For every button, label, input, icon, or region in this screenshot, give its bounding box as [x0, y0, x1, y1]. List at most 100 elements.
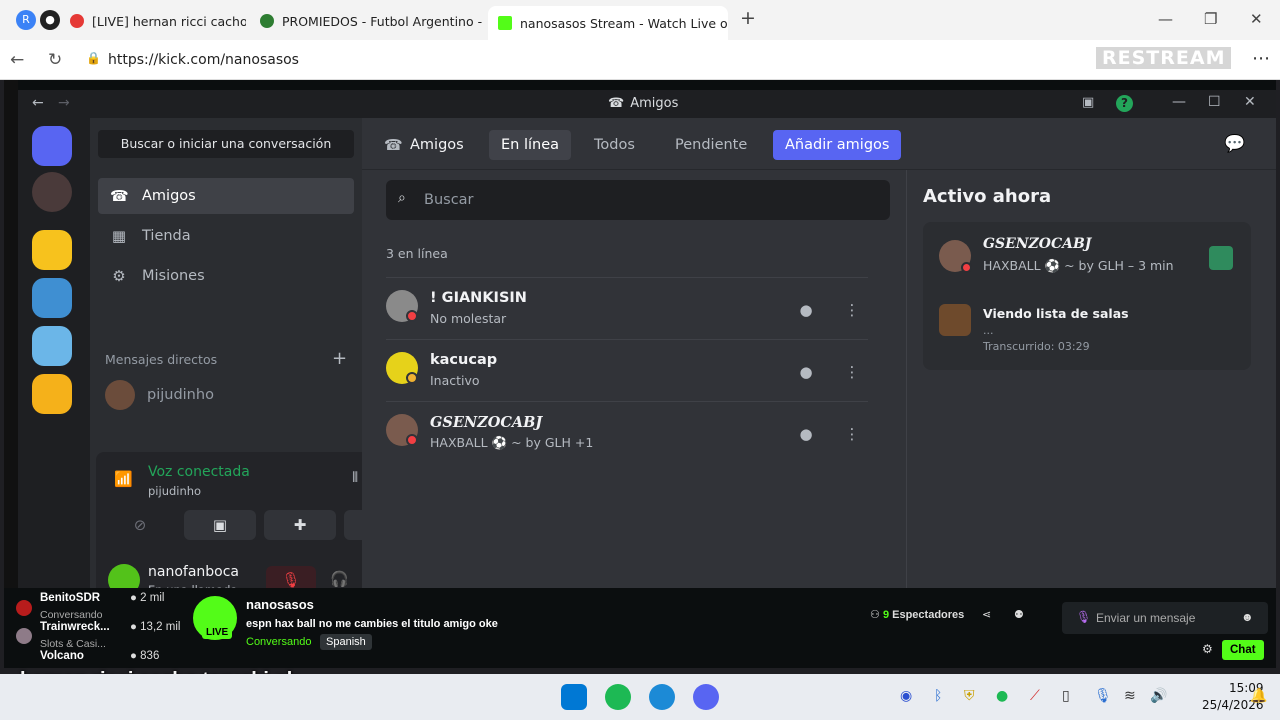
site-info-icon[interactable]: 🔒: [86, 51, 101, 65]
voice-channel-name[interactable]: pijudinho: [148, 484, 201, 498]
add-friends-button[interactable]: Añadir amigos: [773, 130, 902, 160]
more-options-icon[interactable]: ⋮: [838, 358, 866, 386]
friends-main: ☎ Amigos En línea Todos Pendiente Añadir…: [362, 118, 1276, 588]
server-icon[interactable]: [32, 172, 72, 212]
dm-sidebar: Buscar o iniciar una conversación ☎ Amig…: [90, 118, 426, 610]
camera-off-button[interactable]: ⊘: [104, 510, 176, 540]
noise-suppression-icon[interactable]: ⦀: [352, 470, 358, 486]
tab-all[interactable]: Todos: [582, 130, 647, 160]
battery-icon[interactable]: ▯: [1062, 688, 1070, 704]
help-icon[interactable]: ?: [1116, 95, 1133, 112]
record-icon[interactable]: ●: [40, 10, 60, 30]
stream-title: espn hax ball no me cambies el titulo am…: [246, 618, 498, 630]
message-icon[interactable]: ●: [792, 358, 820, 386]
windows-start-icon[interactable]: [561, 684, 587, 710]
more-menu-icon[interactable]: ⋯: [1252, 48, 1270, 69]
tab-kick-nanosasos[interactable]: nanosasos Stream - Watch Live on ✕: [488, 6, 728, 40]
tray-app-icon[interactable]: ⟋: [1030, 688, 1040, 704]
sidebar-item-quests[interactable]: ⚙ Misiones: [98, 258, 354, 294]
voice-connected-label[interactable]: Voz conectada: [148, 464, 250, 480]
minimize-icon[interactable]: —: [1158, 10, 1173, 28]
dnd-status-icon: [961, 262, 972, 273]
headphones-icon[interactable]: 🎧: [330, 570, 349, 588]
mic-tray-icon[interactable]: 🎙: [1094, 688, 1112, 704]
emoji-icon[interactable]: ☻: [1241, 610, 1254, 624]
restore-icon[interactable]: ❐: [1204, 10, 1217, 28]
url-input[interactable]: https://kick.com/nanosasos: [76, 46, 1240, 74]
notifications-icon[interactable]: 🔔: [1250, 688, 1267, 704]
new-group-dm-icon[interactable]: 💬: [1224, 134, 1245, 154]
discord-home-icon[interactable]: [32, 126, 72, 166]
share-icon[interactable]: ⋖: [982, 608, 991, 621]
sidebar-item-shop[interactable]: ▦ Tienda: [98, 218, 354, 254]
friend-row[interactable]: GSENZOCABJ HAXBALL ⚽ ~ by GLH +1 ● ⋮: [386, 401, 868, 463]
kick-sidebar-edge: [4, 80, 18, 668]
screen-share-button[interactable]: ▣: [184, 510, 256, 540]
language-tag[interactable]: Spanish: [320, 634, 372, 650]
create-dm-icon[interactable]: +: [332, 348, 347, 369]
soccer-ball-icon: [260, 14, 274, 28]
discord-icon[interactable]: [693, 684, 719, 710]
avatar[interactable]: [16, 600, 32, 616]
profile-icon[interactable]: R: [16, 10, 36, 30]
forward-arrow-icon[interactable]: →: [58, 95, 70, 111]
dnd-status-icon: [406, 434, 418, 446]
activity-card[interactable]: GSENZOCABJ HAXBALL ⚽ ~ by GLH – 3 min Vi…: [923, 222, 1251, 370]
avatar: [105, 380, 135, 410]
edge-icon[interactable]: [649, 684, 675, 710]
minimize-icon[interactable]: —: [1172, 94, 1186, 110]
friends-search-input[interactable]: Buscar: [386, 180, 890, 220]
server-icon[interactable]: [32, 278, 72, 318]
server-icon[interactable]: [32, 326, 72, 366]
mic-icon[interactable]: 🎙: [1076, 610, 1091, 624]
viewers-label: ⚇ 9 Espectadores: [870, 609, 965, 621]
spotify-icon[interactable]: [605, 684, 631, 710]
server-icon[interactable]: [32, 374, 72, 414]
tab-online[interactable]: En línea: [489, 130, 572, 160]
maximize-icon[interactable]: ☐: [1208, 94, 1221, 110]
category-link[interactable]: Conversando: [246, 636, 311, 648]
search-conversation-button[interactable]: Buscar o iniciar una conversación: [98, 130, 354, 158]
more-options-icon[interactable]: ⋮: [838, 420, 866, 448]
address-bar: ← ↻ https://kick.com/nanosasos: [0, 40, 1280, 80]
chat-send-button[interactable]: Chat: [1222, 640, 1264, 660]
message-icon[interactable]: ●: [792, 420, 820, 448]
security-icon[interactable]: ⛨: [964, 688, 975, 704]
taskbar: ◉ ᛒ ⛨ ● ⟋ ▯ 🎙 ≋ 🔊 15:09 25/4/2026 🔔: [0, 674, 1280, 720]
idle-status-icon: [406, 372, 418, 384]
dm-item[interactable]: pijudinho: [105, 380, 214, 410]
chat-message-input[interactable]: Enviar un mensaje: [1062, 602, 1268, 634]
tab-pending[interactable]: Pendiente: [663, 130, 759, 160]
more-options-icon[interactable]: ⋮: [838, 296, 866, 324]
tab-promiedos[interactable]: PROMIEDOS - Futbol Argentino - | ✕: [250, 6, 486, 36]
bluetooth-icon[interactable]: ᛒ: [934, 688, 942, 704]
inbox-icon[interactable]: ▣: [1082, 95, 1094, 110]
sidebar-item-friends[interactable]: ☎ Amigos: [98, 178, 354, 214]
message-icon[interactable]: ●: [792, 296, 820, 324]
tab-hernan-ricci[interactable]: [LIVE] hernan ricci cacho t ✕: [60, 6, 246, 36]
server-icon[interactable]: [32, 230, 72, 270]
activities-button[interactable]: ✚: [264, 510, 336, 540]
tray-app-icon[interactable]: ◉: [900, 688, 912, 704]
streamer-name[interactable]: nanosasos: [246, 597, 314, 612]
friend-row[interactable]: ! GIANKISIN No molestar ● ⋮: [386, 277, 868, 339]
reload-icon[interactable]: ↻: [48, 50, 62, 70]
quests-icon: ⚙: [112, 267, 126, 285]
tab-friends: Amigos: [410, 137, 464, 153]
wifi-icon[interactable]: ≋: [1124, 688, 1136, 704]
window-title: ☎ Amigos: [608, 96, 679, 111]
close-icon[interactable]: ✕: [1244, 94, 1256, 110]
spotify-tray-icon[interactable]: ●: [996, 688, 1008, 704]
chat-settings-icon[interactable]: ⚙: [1202, 642, 1213, 656]
avatar[interactable]: [16, 628, 32, 644]
follow-icon[interactable]: ⚉: [1014, 608, 1024, 621]
kick-logo-icon: [498, 16, 512, 30]
friend-row[interactable]: kacucap Inactivo ● ⋮: [386, 339, 868, 401]
server-list: [18, 118, 90, 588]
back-icon[interactable]: ←: [10, 50, 24, 70]
volume-icon[interactable]: 🔊: [1150, 688, 1167, 704]
new-tab-icon[interactable]: +: [740, 7, 756, 29]
close-window-icon[interactable]: ✕: [1250, 10, 1263, 28]
kick-stream-info: BenitoSDR ● 2 mil Conversando Trainwreck…: [4, 588, 1276, 668]
back-arrow-icon[interactable]: ←: [32, 95, 44, 111]
